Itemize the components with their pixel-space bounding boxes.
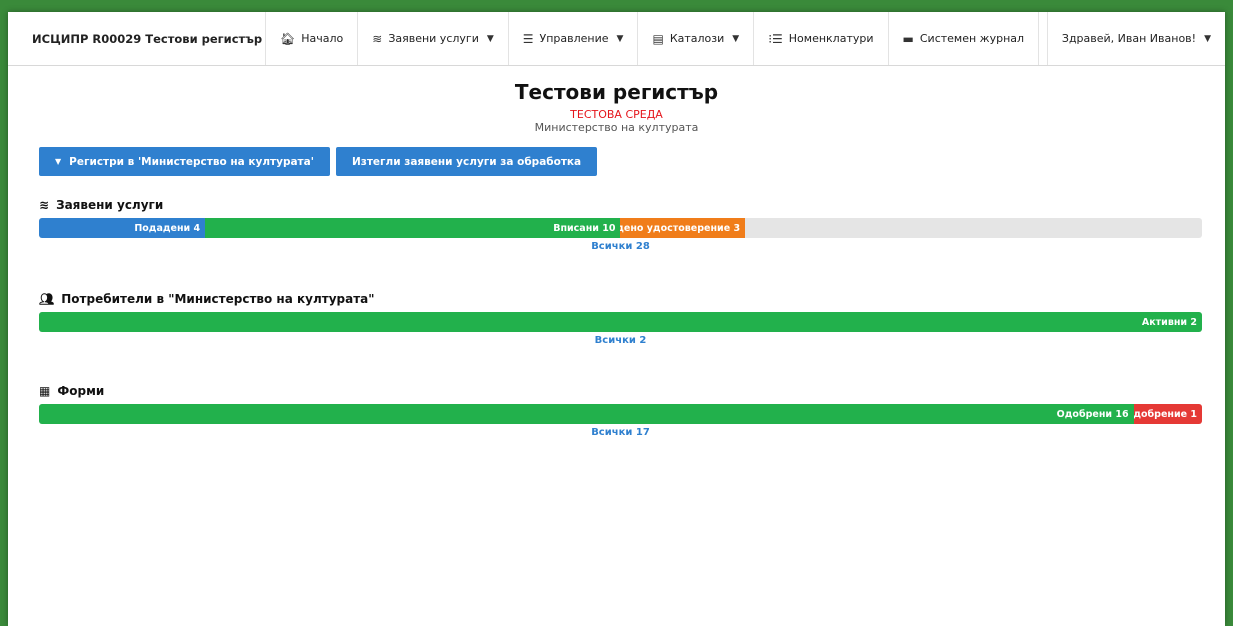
users-section: 👥︎ Потребители в "Министерство на култур… <box>39 292 1202 346</box>
download-services-button[interactable]: Изтегли заявени услуги за обработка <box>335 147 598 176</box>
environment-label: ТЕСТОВА СРЕДА <box>570 108 663 121</box>
nav-item-3[interactable]: ▤ Каталози ▼ <box>638 12 755 65</box>
sliders-icon: ☰ <box>522 31 534 46</box>
users-icon: 👥︎ <box>39 292 55 306</box>
chevron-down-icon: ▼ <box>732 33 740 44</box>
brand-title: ИСЦИПР R00029 Тестови регистър <box>32 31 263 46</box>
nav-item-label: Номенклатури <box>788 32 874 45</box>
download-button-label: Изтегли заявени услуги за обработка <box>351 155 582 168</box>
ministry-label: Министерство на културата <box>534 121 699 134</box>
forms-progress-bar: Одобрени 16За одобрение 1 <box>39 404 1202 424</box>
user-greeting: Здравей, Иван Иванов! <box>1061 32 1197 45</box>
nav-item-0[interactable]: 🏠︎ Начало <box>266 12 359 65</box>
services-segment-2[interactable]: Издадено удостоверение 3 <box>620 218 746 238</box>
services-progress-bar: Подадени 4Вписани 10Издадено удостоверен… <box>39 218 1202 238</box>
registers-dropdown-button[interactable]: ▼ Регистри в 'Министерство на културата' <box>39 147 330 176</box>
nav-item-label: Начало <box>301 32 344 45</box>
services-section: ≋ Заявени услуги Подадени 4Вписани 10Изд… <box>39 198 1202 252</box>
user-menu[interactable]: Здравей, Иван Иванов! ▼ <box>1046 12 1225 65</box>
users-title: Потребители в "Министерство на културата… <box>61 292 375 306</box>
services-segment-1[interactable]: Вписани 10 <box>205 218 621 238</box>
nav-item-5[interactable]: ▬ Системен журнал <box>889 12 1040 65</box>
services-title: Заявени услуги <box>56 198 164 212</box>
page-title: Тестови регистър <box>514 80 719 104</box>
registers-button-label: Регистри в 'Министерство на културата' <box>69 155 314 168</box>
chevron-down-icon: ▼ <box>486 33 494 44</box>
nav-item-4[interactable]: ⁝☰ Номенклатури <box>754 12 889 65</box>
table-icon: ▦ <box>39 384 51 398</box>
forms-segment-0[interactable]: Одобрени 16 <box>39 404 1134 424</box>
page-header: Тестови регистър ТЕСТОВА СРЕДА Министерс… <box>8 80 1225 134</box>
services-all-link[interactable]: Всички 28 <box>39 241 1202 252</box>
home-icon: 🏠︎ <box>280 31 296 46</box>
chevron-down-icon: ▼ <box>1204 33 1211 44</box>
nav-item-1[interactable]: ≋ Заявени услуги ▼ <box>358 12 509 65</box>
top-navbar: ИСЦИПР R00029 Тестови регистър 🏠︎ Начало ≋… <box>8 12 1225 66</box>
nav-item-label: Системен журнал <box>919 32 1025 45</box>
users-progress-bar: Активни 2 <box>39 312 1202 332</box>
nav-item-label: Заявени услуги <box>388 32 479 45</box>
journal-icon: ▬ <box>902 31 914 46</box>
users-segment-0[interactable]: Активни 2 <box>39 312 1202 332</box>
forms-segment-1[interactable]: За одобрение 1 <box>1133 404 1202 424</box>
catalog-icon: ▤ <box>652 31 664 46</box>
forms-title: Форми <box>57 384 105 398</box>
layers-icon: ≋ <box>372 31 383 46</box>
forms-section: ▦ Форми Одобрени 16За одобрение 1 Всички… <box>39 384 1202 438</box>
chevron-down-icon: ▼ <box>55 157 62 166</box>
list-ol-icon: ⁝☰ <box>768 31 783 46</box>
chevron-down-icon: ▼ <box>616 33 624 44</box>
users-all-link[interactable]: Всички 2 <box>39 335 1202 346</box>
layers-icon: ≋ <box>39 198 50 212</box>
nav-item-2[interactable]: ☰ Управление ▼ <box>509 12 639 65</box>
services-segment-0[interactable]: Подадени 4 <box>39 218 206 238</box>
nav-item-label: Каталози <box>669 32 725 45</box>
forms-all-link[interactable]: Всички 17 <box>39 427 1202 438</box>
app-window: ИСЦИПР R00029 Тестови регистър 🏠︎ Начало ≋… <box>8 12 1225 626</box>
nav-item-label: Управление <box>539 32 609 45</box>
brand[interactable]: ИСЦИПР R00029 Тестови регистър <box>8 12 266 65</box>
